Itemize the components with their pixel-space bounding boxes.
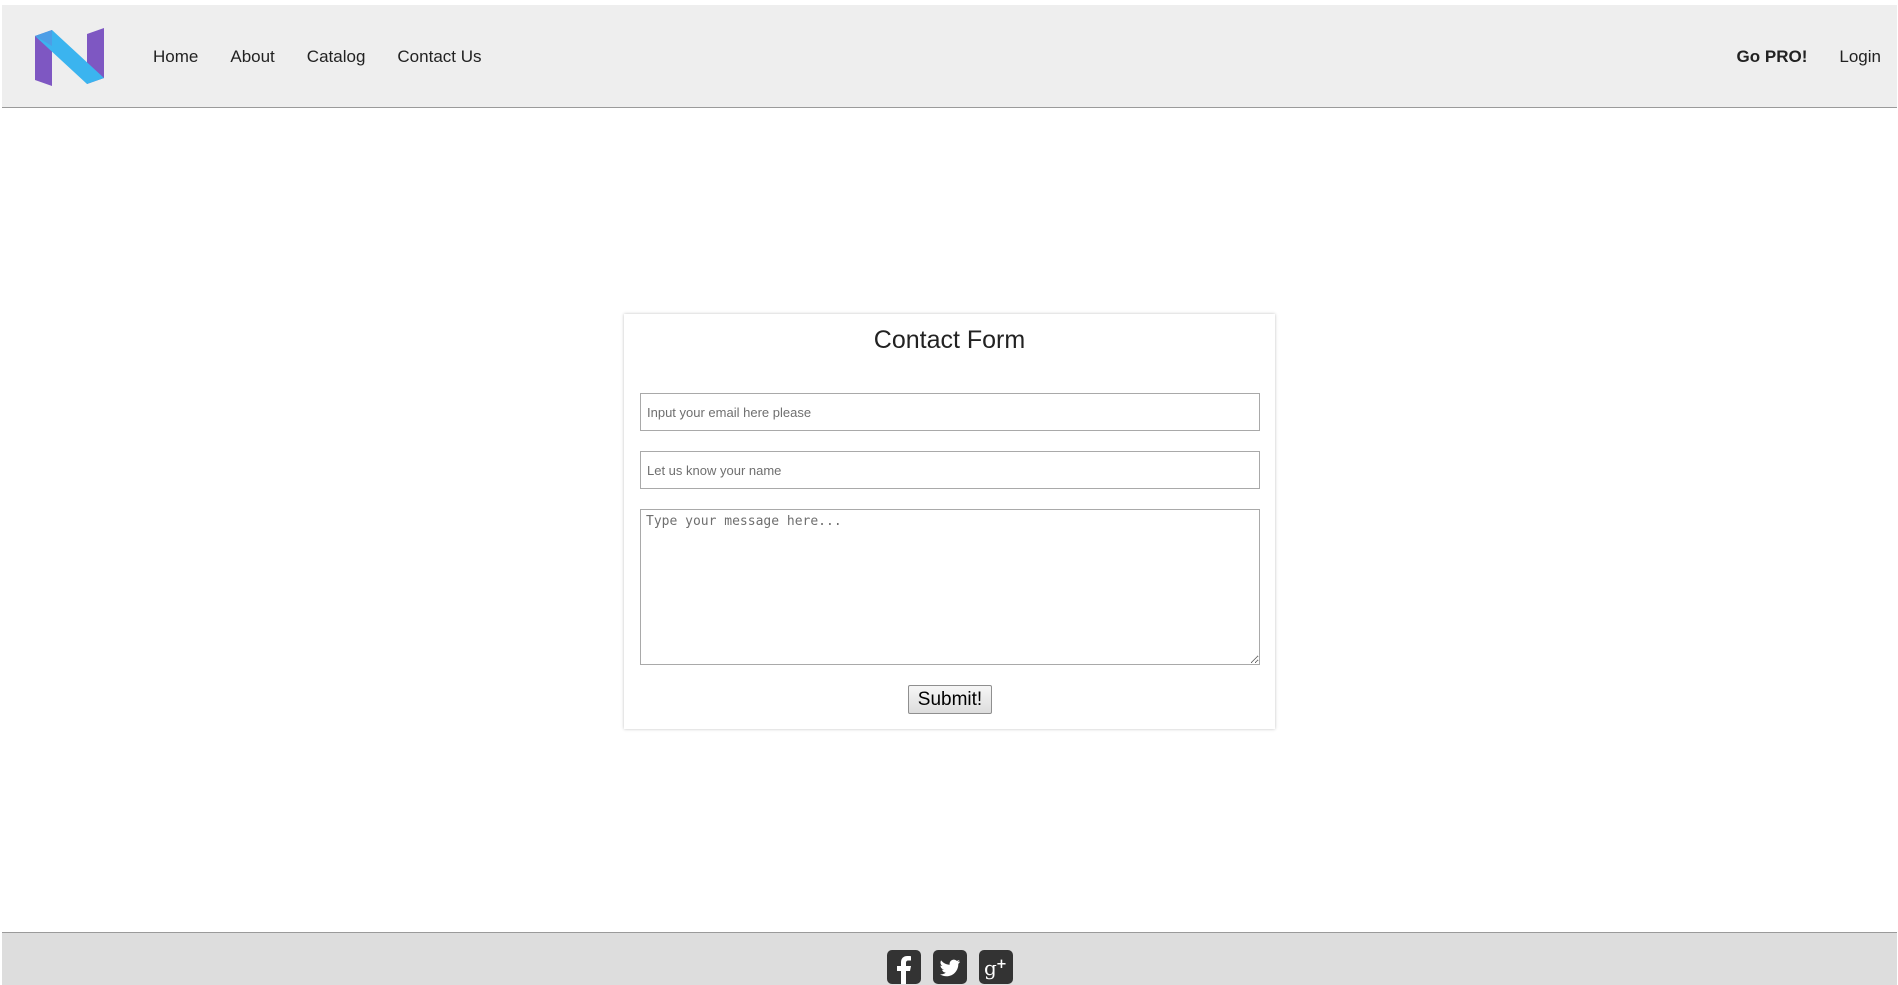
svg-text:+: + (996, 957, 1007, 972)
form-title: Contact Form (873, 326, 1026, 354)
google-plus-icon[interactable]: g + (979, 950, 1013, 984)
twitter-icon[interactable] (933, 950, 967, 984)
submit-button[interactable]: Submit! (908, 685, 992, 714)
go-pro-link[interactable]: Go PRO! (1737, 47, 1808, 67)
name-input[interactable] (640, 451, 1260, 489)
nav-contact-link[interactable]: Contact Us (397, 47, 481, 67)
contact-form-card: Contact Form Submit! (624, 314, 1275, 729)
social-links: g + (887, 950, 1013, 984)
nav-catalog-link[interactable]: Catalog (307, 47, 366, 67)
message-textarea[interactable] (640, 509, 1260, 665)
logo-n-icon[interactable] (35, 28, 104, 86)
header: Home About Catalog Contact Us Go PRO! Lo… (2, 5, 1897, 108)
facebook-icon[interactable] (887, 950, 921, 984)
login-link[interactable]: Login (1839, 47, 1881, 67)
footer: g + (2, 932, 1897, 985)
nav-about-link[interactable]: About (230, 47, 274, 67)
email-input[interactable] (640, 393, 1260, 431)
page: Home About Catalog Contact Us Go PRO! Lo… (0, 0, 1898, 985)
nav-home-link[interactable]: Home (153, 47, 198, 67)
header-actions: Go PRO! Login (1705, 5, 1881, 108)
main-nav: Home About Catalog Contact Us (153, 5, 514, 108)
